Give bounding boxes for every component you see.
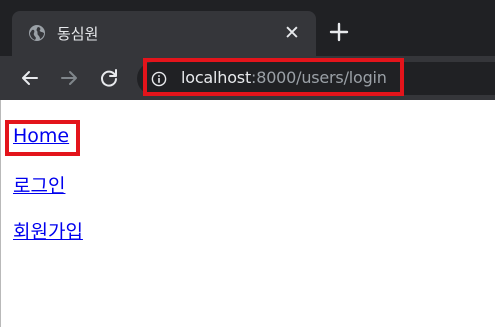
globe-icon [29,25,45,41]
close-icon[interactable]: ✕ [282,23,302,43]
signup-link[interactable]: 회원가입 [13,217,83,244]
reload-icon[interactable] [98,67,120,89]
tab-title: 동심원 [57,25,99,43]
browser-tab[interactable]: 동심원 ✕ [12,11,316,56]
arrow-left-icon[interactable] [19,67,41,89]
arrow-right-icon[interactable] [58,67,80,89]
home-link-highlight-box [5,120,80,156]
login-link[interactable]: 로그인 [13,171,65,198]
plus-icon[interactable] [328,21,350,43]
tab-strip: 동심원 ✕ [0,0,495,56]
address-bar-highlight-box [143,58,404,96]
browser-window: 동심원 ✕ localhost:8000/users/login Home 로그… [0,0,495,327]
